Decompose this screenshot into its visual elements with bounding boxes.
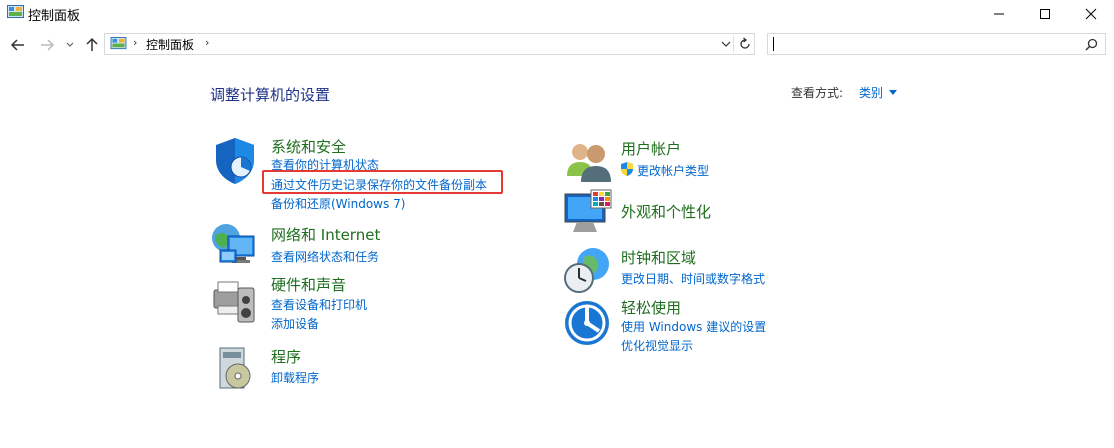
title-bar: 控制面板 — [0, 0, 1114, 30]
category-ease-of-access[interactable]: 轻松使用 — [621, 297, 681, 318]
text-cursor — [773, 37, 774, 51]
link-backup-restore[interactable]: 备份和还原(Windows 7) — [271, 195, 405, 212]
view-by-dropdown[interactable]: 类别 — [859, 84, 883, 101]
control-panel-icon — [110, 37, 127, 50]
refresh-icon[interactable] — [738, 37, 752, 51]
minimize-icon — [994, 13, 1004, 15]
category-network-internet[interactable]: 网络和 Internet — [271, 224, 380, 245]
link-view-network-status[interactable]: 查看网络状态和任务 — [271, 248, 379, 265]
address-dropdown-chevron-icon[interactable] — [721, 39, 731, 49]
breadcrumb-separator[interactable]: › — [205, 36, 209, 49]
link-use-recommended-settings[interactable]: 使用 Windows 建议的设置 — [621, 318, 766, 335]
hardware-printer-icon[interactable] — [210, 276, 260, 326]
category-appearance-personalization[interactable]: 外观和个性化 — [621, 201, 711, 222]
view-by-dropdown-caret-icon[interactable] — [889, 90, 897, 95]
minimize-button[interactable] — [976, 0, 1022, 28]
back-arrow-icon[interactable] — [8, 35, 28, 55]
view-by-label: 查看方式: — [791, 86, 844, 100]
link-uninstall-program[interactable]: 卸载程序 — [271, 369, 319, 386]
page-title: 调整计算机的设置 — [210, 86, 331, 104]
appearance-monitor-icon[interactable] — [563, 188, 613, 238]
category-programs[interactable]: 程序 — [271, 346, 301, 367]
category-hardware-sound[interactable]: 硬件和声音 — [271, 274, 346, 295]
ease-of-access-icon[interactable] — [563, 297, 613, 347]
address-divider — [733, 36, 734, 52]
network-globe-icon[interactable] — [210, 222, 260, 272]
link-view-devices-printers[interactable]: 查看设备和打印机 — [271, 296, 367, 313]
category-clock-region[interactable]: 时钟和区域 — [621, 247, 696, 268]
clock-region-icon[interactable] — [563, 246, 613, 296]
recent-locations-chevron-icon[interactable] — [64, 35, 76, 55]
close-icon — [1085, 8, 1097, 20]
link-add-device[interactable]: 添加设备 — [271, 315, 319, 332]
close-button[interactable] — [1068, 0, 1114, 28]
programs-disc-icon[interactable] — [210, 344, 260, 394]
user-accounts-icon[interactable] — [563, 136, 613, 186]
system-security-shield-icon[interactable] — [210, 136, 260, 186]
category-system-security[interactable]: 系统和安全 — [271, 136, 346, 157]
control-panel-icon — [7, 5, 24, 18]
forward-arrow-icon[interactable] — [37, 35, 57, 55]
link-change-account-type[interactable]: 更改帐户类型 — [637, 162, 709, 179]
search-input[interactable] — [776, 36, 1080, 54]
maximize-icon — [1040, 9, 1050, 19]
category-user-accounts[interactable]: 用户帐户 — [621, 138, 681, 159]
window-title: 控制面板 — [28, 9, 81, 24]
up-arrow-icon[interactable] — [82, 35, 102, 55]
address-bar[interactable]: › 控制面板 › — [104, 33, 755, 55]
search-icon[interactable] — [1085, 38, 1098, 51]
breadcrumb-separator[interactable]: › — [133, 36, 137, 49]
breadcrumb-control-panel[interactable]: 控制面板 — [146, 36, 194, 53]
highlight-box — [262, 170, 503, 194]
uac-shield-icon — [621, 162, 633, 176]
maximize-button[interactable] — [1022, 0, 1068, 28]
link-optimize-visual-display[interactable]: 优化视觉显示 — [621, 337, 693, 354]
search-box[interactable] — [767, 33, 1106, 55]
link-change-date-time-format[interactable]: 更改日期、时间或数字格式 — [621, 270, 765, 287]
